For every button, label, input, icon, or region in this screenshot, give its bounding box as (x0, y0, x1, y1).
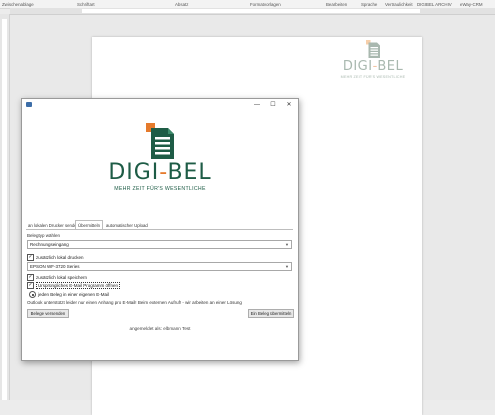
minimize-button[interactable]: — (249, 100, 265, 110)
horizontal-ruler[interactable] (10, 8, 495, 15)
radio-selected-icon (29, 291, 36, 298)
vertical-ruler[interactable] (0, 14, 10, 400)
login-status-text: angemeldet als: elbmann Test (129, 326, 191, 331)
ribbon-group-eway-crm[interactable]: eWay-CRM (460, 2, 483, 7)
ribbon-group-editing[interactable]: Bearbeiten (326, 2, 347, 7)
ribbon-group-font[interactable]: Schriftart (77, 2, 95, 7)
print-checkbox[interactable]: ✓ zusätzlich lokal drucken (27, 254, 84, 261)
transmit-receipt-button[interactable]: Ein Beleg übermitteln (248, 309, 294, 318)
page-logo-tagline: MEHR ZEIT FÜR'S WESENTLICHE (340, 75, 406, 79)
single-email-radio[interactable]: jeden Beleg in einer eigenen E-Mail (29, 291, 109, 298)
ribbon-group-clipboard[interactable]: Zwischenablage (2, 2, 34, 7)
outlook-info-text: Outlook unterstützt leider nur einen Anh… (27, 300, 242, 305)
document-icon (146, 123, 174, 159)
belegtyp-value: Rechnungseingang (30, 242, 69, 247)
dialog-logo: DIGI-BEL MEHR ZEIT FÜR'S WESENTLICHE (22, 123, 298, 192)
document-icon (366, 40, 380, 58)
email-checkbox-label: Ursprüngliches E-Mail Programm öffnen (36, 282, 120, 289)
dialog-titlebar[interactable]: — ☐ ✕ (22, 99, 298, 111)
ribbon-group-digibel-archiv[interactable]: DIGIBEL ARCHIV (417, 2, 452, 7)
single-email-radio-label: jeden Beleg in einer eigenen E-Mail (38, 292, 110, 297)
dialog-logo-tagline: MEHR ZEIT FÜR'S WESENTLICHE (114, 186, 206, 192)
email-checkbox[interactable]: ✓ Ursprüngliches E-Mail Programm öffnen (27, 282, 120, 289)
ribbon-group-sensitivity[interactable]: Vertraulichkeit (385, 2, 413, 7)
print-checkbox-label: zusätzlich lokal drucken (36, 255, 84, 260)
printer-select[interactable]: EPSON WF-3720 Series ▼ (27, 262, 292, 271)
save-checkbox[interactable]: ✓ zusätzlich lokal speichern (27, 274, 87, 281)
checkbox-checked-icon: ✓ (27, 254, 34, 261)
tab-panel-uebermitteln: Belegtyp wählen Rechnungseingang ▼ ✓ zus… (26, 229, 294, 325)
chevron-down-icon: ▼ (285, 264, 289, 269)
printer-value: EPSON WF-3720 Series (30, 264, 80, 269)
app-icon (26, 102, 32, 107)
digibel-dialog[interactable]: — ☐ ✕ DIGI-BEL MEHR ZEIT FÜR'S WESENTLIC… (21, 98, 299, 361)
checkbox-checked-icon: ✓ (27, 274, 34, 281)
send-receipts-button[interactable]: Belege versenden (27, 309, 69, 318)
close-button[interactable]: ✕ (281, 100, 297, 110)
page-logo-wordmark: DIGI-BEL (342, 59, 404, 74)
page-logo: DIGI-BEL MEHR ZEIT FÜR'S WESENTLICHE (340, 40, 406, 79)
ribbon-group-language[interactable]: Sprache (361, 2, 377, 7)
belegtyp-select[interactable]: Rechnungseingang ▼ (27, 240, 292, 249)
maximize-button[interactable]: ☐ (265, 100, 281, 110)
ribbon-group-styles[interactable]: Formatvorlagen (250, 2, 281, 7)
save-checkbox-label: zusätzlich lokal speichern (36, 275, 88, 280)
chevron-down-icon: ▼ (285, 242, 289, 247)
belegtyp-label: Belegtyp wählen (27, 233, 61, 238)
dialog-logo-wordmark: DIGI-BEL (108, 160, 212, 185)
ribbon-group-paragraph[interactable]: Absatz (175, 2, 188, 7)
checkbox-checked-icon: ✓ (27, 282, 34, 289)
